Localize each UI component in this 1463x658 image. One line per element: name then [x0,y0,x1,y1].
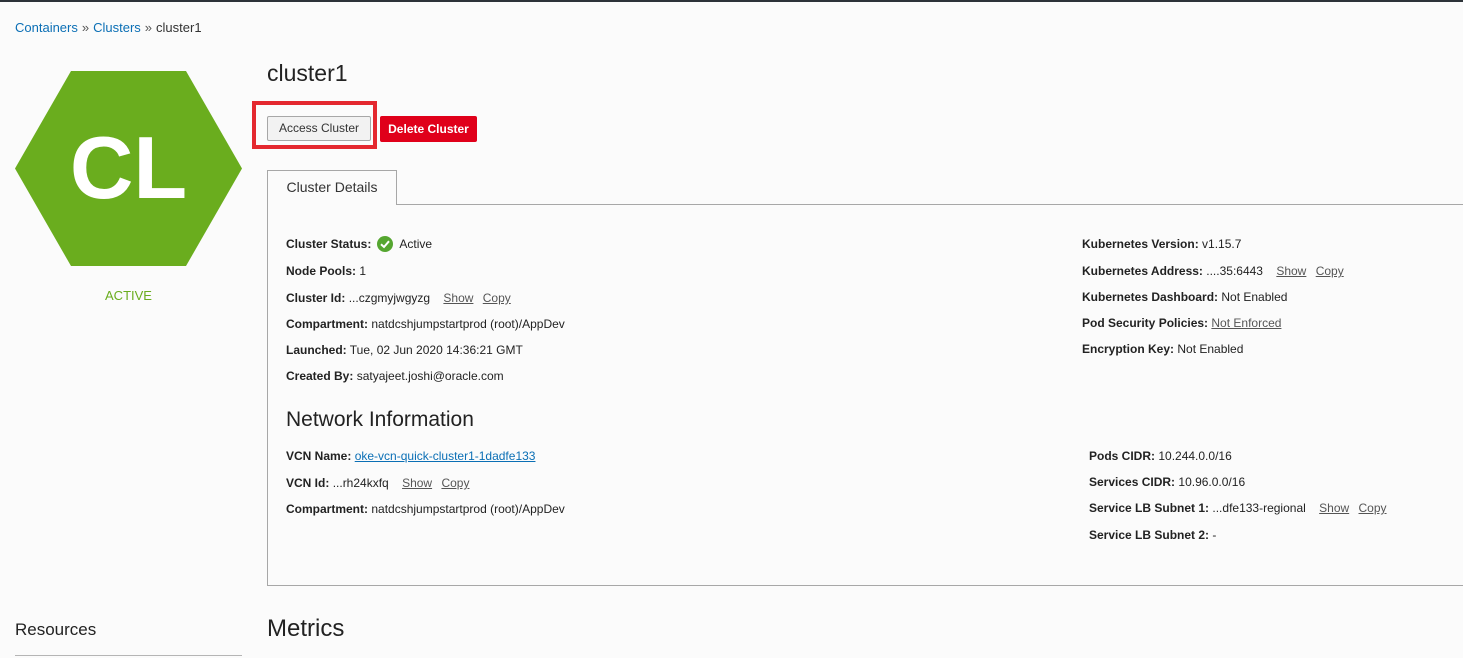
vcn-name-row: VCN Name: oke-vcn-quick-cluster1-1dadfe1… [286,449,535,463]
hexagon-initials: CL [70,118,187,217]
field-label: Services CIDR: [1089,475,1176,489]
kubernetes-dashboard-row: Kubernetes Dashboard: Not Enabled [1082,290,1287,304]
field-label: Compartment: [286,317,369,331]
field-value: 10.244.0.0/16 [1158,449,1232,463]
cluster-hexagon-icon: CL [15,71,242,266]
field-label: Node Pools: [286,264,357,278]
field-value: ....35:6443 [1206,264,1263,278]
encryption-key-row: Encryption Key: Not Enabled [1082,342,1243,356]
breadcrumb: Containers» Clusters» cluster1 [15,20,202,35]
cluster-status-row: Cluster Status: Active [286,236,432,252]
copy-link[interactable]: Copy [441,476,469,490]
field-label: Pods CIDR: [1089,449,1155,463]
show-link[interactable]: Show [443,291,473,305]
field-value: Not Enabled [1177,342,1244,356]
copy-link[interactable]: Copy [1359,501,1387,515]
field-label: Kubernetes Version: [1082,237,1199,251]
lifecycle-state-label: ACTIVE [105,288,152,303]
field-label: Cluster Status: [286,237,372,251]
delete-cluster-button[interactable]: Delete Cluster [380,116,477,142]
service-lb-subnet-1-row: Service LB Subnet 1: ...dfe133-regional … [1089,501,1387,515]
show-link[interactable]: Show [1276,264,1306,278]
page-title: cluster1 [267,60,348,86]
network-information-heading: Network Information [286,408,474,431]
field-value: Not Enabled [1221,290,1288,304]
field-value: Tue, 02 Jun 2020 14:36:21 GMT [349,343,523,357]
field-label: Kubernetes Dashboard: [1082,290,1219,304]
field-value: Active [399,237,433,251]
tab-cluster-details[interactable]: Cluster Details [267,170,397,205]
field-value: 10.96.0.0/16 [1178,475,1246,489]
vcn-id-row: VCN Id: ...rh24kxfq Show Copy [286,476,469,490]
node-pools-row: Node Pools: 1 [286,264,366,278]
divider [15,655,242,656]
metrics-heading: Metrics [267,615,345,642]
launched-row: Launched: Tue, 02 Jun 2020 14:36:21 GMT [286,343,523,357]
field-value: natdcshjumpstartprod (root)/AppDev [371,502,565,516]
field-value: ...dfe133-regional [1212,501,1306,515]
field-label: Launched: [286,343,347,357]
breadcrumb-containers[interactable]: Containers [15,20,78,35]
breadcrumb-clusters[interactable]: Clusters [93,20,141,35]
field-label: Kubernetes Address: [1082,264,1203,278]
compartment-row: Compartment: natdcshjumpstartprod (root)… [286,317,565,331]
field-label: Service LB Subnet 1: [1089,501,1210,515]
copy-link[interactable]: Copy [1316,264,1344,278]
access-cluster-button[interactable]: Access Cluster [267,116,371,141]
field-label: Encryption Key: [1082,342,1175,356]
vcn-name-link[interactable]: oke-vcn-quick-cluster1-1dadfe133 [355,449,536,463]
field-value: ...rh24kxfq [332,476,389,490]
field-value: natdcshjumpstartprod (root)/AppDev [371,317,565,331]
breadcrumb-separator: » [81,20,90,35]
field-label: VCN Name: [286,449,352,463]
field-value: 1 [359,264,367,278]
breadcrumb-separator: » [144,20,153,35]
copy-link[interactable]: Copy [483,291,511,305]
field-label: Compartment: [286,502,369,516]
field-value: - [1212,528,1217,542]
field-label: Service LB Subnet 2: [1089,528,1210,542]
top-border [0,0,1463,2]
pod-security-policies-link[interactable]: Not Enforced [1211,316,1281,330]
breadcrumb-current: cluster1 [156,20,202,35]
cluster-id-row: Cluster Id: ...czgmyjwgyzg Show Copy [286,291,511,305]
service-lb-subnet-2-row: Service LB Subnet 2: - [1089,528,1216,542]
kubernetes-address-row: Kubernetes Address: ....35:6443 Show Cop… [1082,264,1344,278]
created-by-row: Created By: satyajeet.joshi@oracle.com [286,369,504,383]
check-circle-icon [376,236,393,252]
field-value: ...czgmyjwgyzg [348,291,431,305]
kubernetes-version-row: Kubernetes Version: v1.15.7 [1082,237,1241,251]
field-label: VCN Id: [286,476,330,490]
pod-security-policies-row: Pod Security Policies: Not Enforced [1082,316,1281,330]
field-value: satyajeet.joshi@oracle.com [356,369,504,383]
field-label: Created By: [286,369,354,383]
services-cidr-row: Services CIDR: 10.96.0.0/16 [1089,475,1245,489]
pods-cidr-row: Pods CIDR: 10.244.0.0/16 [1089,449,1232,463]
field-value: v1.15.7 [1202,237,1242,251]
show-link[interactable]: Show [402,476,432,490]
field-label: Pod Security Policies: [1082,316,1209,330]
field-label: Cluster Id: [286,291,346,305]
show-link[interactable]: Show [1319,501,1349,515]
network-compartment-row: Compartment: natdcshjumpstartprod (root)… [286,502,565,516]
details-panel [267,204,1463,586]
resources-heading: Resources [15,620,97,639]
